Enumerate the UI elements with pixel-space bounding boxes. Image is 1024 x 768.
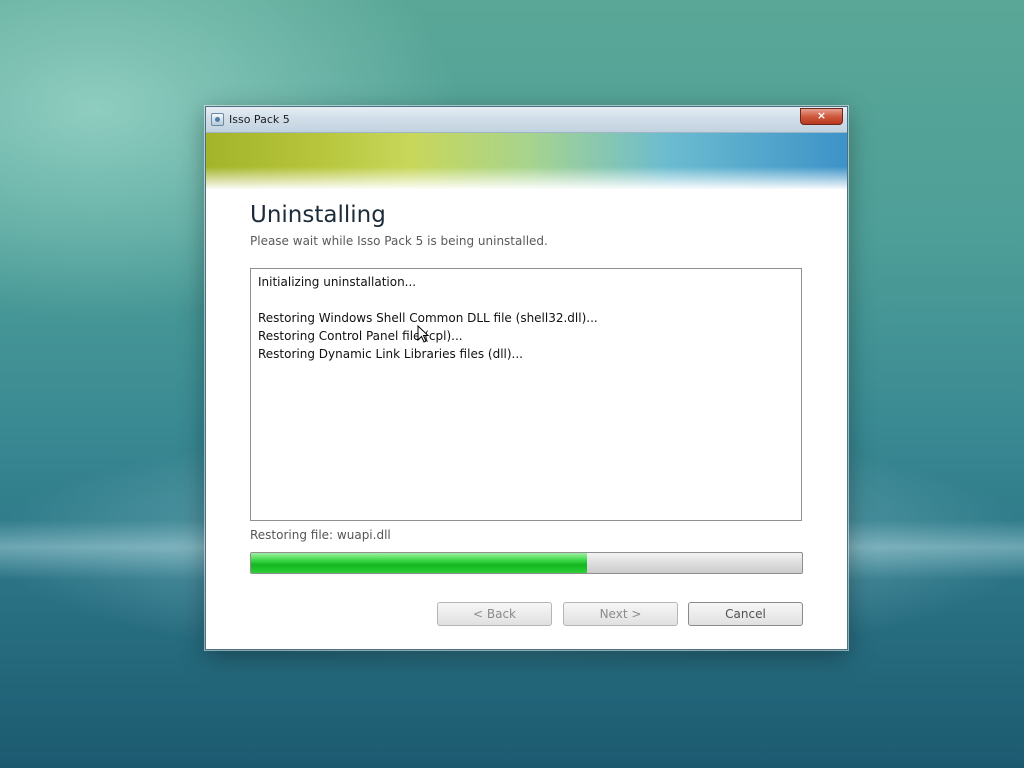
cancel-button[interactable]: Cancel — [688, 602, 803, 626]
next-button[interactable]: Next > — [563, 602, 678, 626]
log-line: Restoring Windows Shell Common DLL file … — [258, 311, 598, 325]
header-banner — [206, 133, 847, 189]
progress-bar — [250, 552, 803, 574]
log-line: Initializing uninstallation... — [258, 275, 417, 289]
mouse-pointer-icon — [417, 325, 429, 343]
page-subtitle: Please wait while Isso Pack 5 is being u… — [250, 234, 548, 248]
uninstall-log[interactable]: Initializing uninstallation... Restoring… — [250, 268, 802, 521]
log-line: Restoring Control Panel file (cpl)... — [258, 329, 463, 343]
progress-bar-fill — [251, 553, 588, 573]
window-title: Isso Pack 5 — [229, 113, 290, 126]
close-icon: × — [816, 109, 827, 122]
log-line: Restoring Dynamic Link Libraries files (… — [258, 347, 523, 361]
installer-icon — [211, 113, 224, 126]
page-title: Uninstalling — [250, 202, 386, 228]
installer-window: Isso Pack 5 × Uninstalling Please wait w… — [205, 106, 848, 650]
close-button[interactable]: × — [800, 108, 843, 125]
status-text: Restoring file: wuapi.dll — [250, 528, 391, 542]
title-bar[interactable]: Isso Pack 5 × — [206, 107, 847, 133]
back-button[interactable]: < Back — [437, 602, 552, 626]
